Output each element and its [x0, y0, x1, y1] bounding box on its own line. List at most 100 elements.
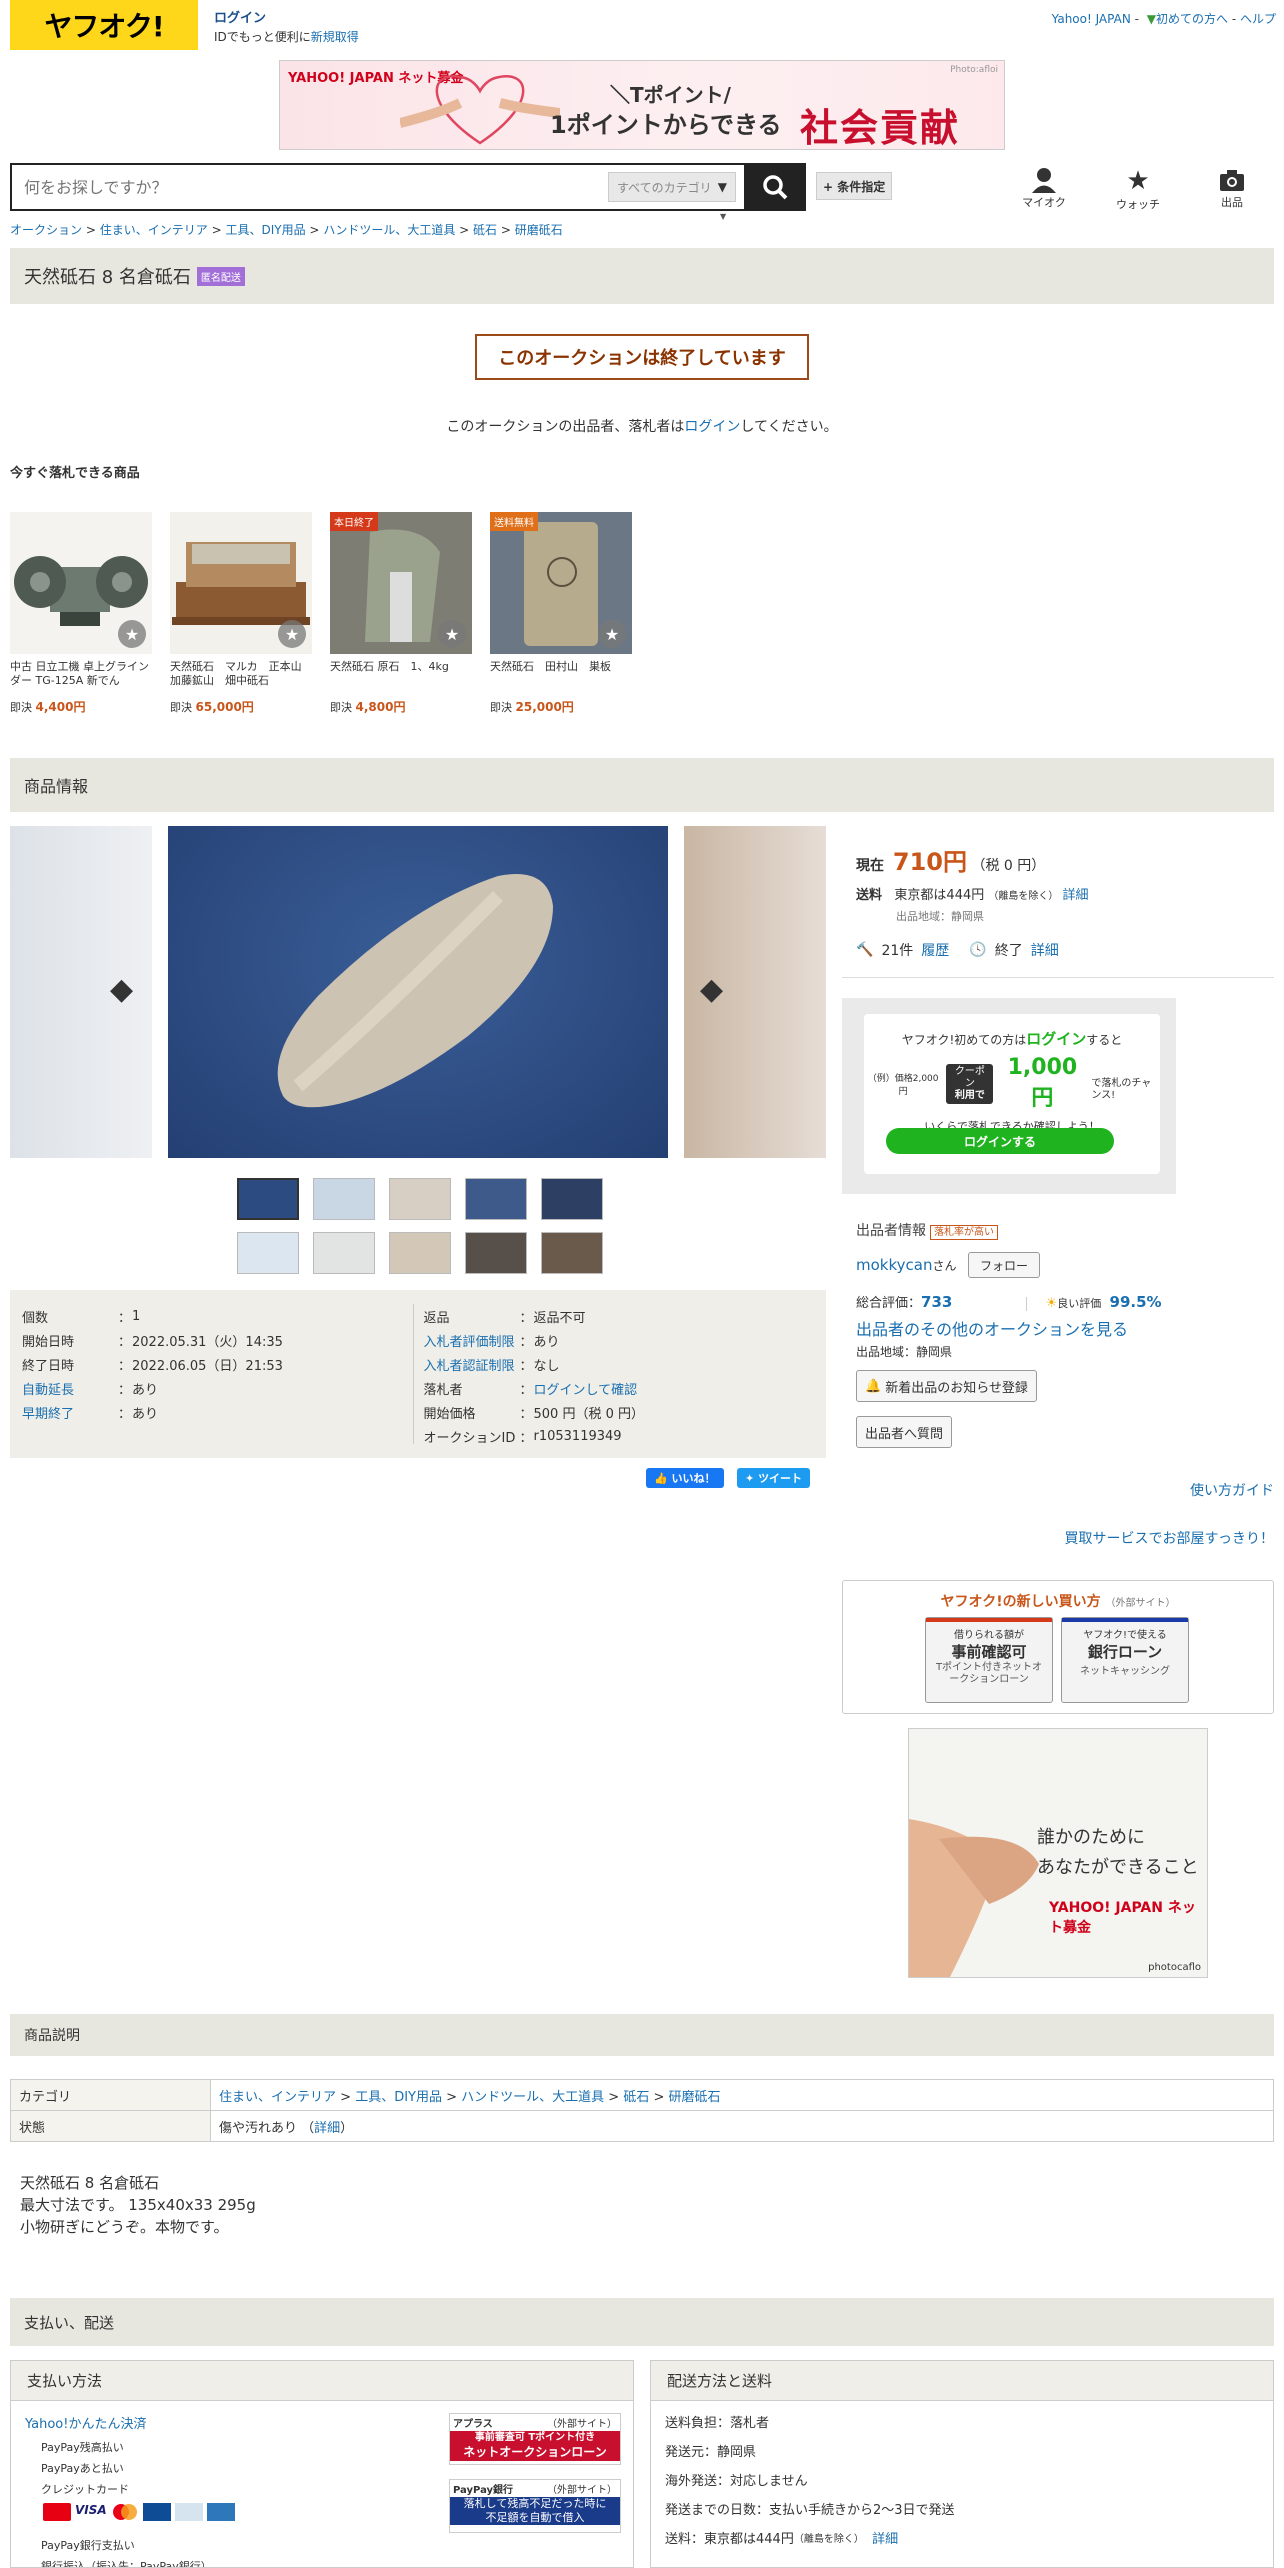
banner-line1: ＼Tポイント/ — [610, 83, 731, 107]
heart-hands-image — [400, 75, 560, 145]
tweet-button[interactable]: ✦ ツイート — [737, 1468, 811, 1488]
help-link[interactable]: ヘルプ — [1240, 12, 1276, 26]
auto-extend-link[interactable]: 自動延長 — [22, 1379, 118, 1398]
details-left: 個数： 1 開始日時： 2022.05.31（火）14:35 終了日時： 2022.0… — [22, 1304, 413, 1444]
easy-payment-link[interactable]: Yahoo!かんたん決済 — [25, 2413, 146, 2432]
facebook-like-button[interactable]: 👍 いいね！ — [646, 1468, 724, 1488]
thumbnail[interactable] — [313, 1232, 375, 1274]
detail-row: 早期終了：あり — [22, 1400, 413, 1424]
total-rating-link[interactable]: 733 — [921, 1293, 952, 1311]
nav-sell[interactable]: 出品 — [1202, 166, 1262, 210]
recommend-item[interactable]: 送料無料 ★ 天然砥石 田村山 巣板 即決 25,000円 — [490, 512, 632, 715]
category-table: カテゴリ 住まい、インテリア > 工具、DIY用品 > ハンドツール、大工道具 … — [10, 2079, 1274, 2142]
mastercard-icon — [111, 2503, 139, 2521]
new-listing-notify-button[interactable]: 🔔 新着出品のお知らせ登録 — [856, 1370, 1037, 1402]
free-shipping-tag: 送料無料 — [490, 512, 538, 531]
promo-login-button[interactable]: ログインする — [886, 1128, 1114, 1154]
seller-region: 出品地域：静岡県 — [856, 1345, 953, 1359]
item-image: ★ — [170, 512, 312, 654]
login-link[interactable]: ログイン — [214, 10, 359, 28]
nav-myauc[interactable]: マイオク — [1014, 166, 1074, 210]
thumbnail[interactable] — [465, 1178, 527, 1220]
thumbnail[interactable] — [313, 1178, 375, 1220]
thumbnail[interactable] — [465, 1232, 527, 1274]
watch-star-icon[interactable]: ★ — [438, 620, 466, 648]
search-bar: すべてのカテゴリ ▼ — [10, 163, 806, 211]
detail-row: 個数： 1 — [22, 1308, 141, 1326]
recommend-item[interactable]: ★ 天然砥石 マルカ 正本山 加藤鉱山 畑中砥石 即決 65,000円 — [170, 512, 312, 715]
amex-icon — [207, 2503, 235, 2521]
next-arrow-icon[interactable]: ◆ — [700, 972, 723, 1007]
thumbnail[interactable] — [237, 1178, 299, 1220]
category-link[interactable]: ハンドツール、大工道具 — [461, 2090, 604, 2105]
thumbnail[interactable] — [541, 1232, 603, 1274]
recommend-item[interactable]: ★ 中古 日立工機 卓上グラインダー TG-125A 新でん 即決 4,400円 — [10, 512, 152, 715]
conditions-button[interactable]: + 条件指定 — [816, 172, 893, 200]
winner-login-link[interactable]: ログインして確認 — [534, 1379, 638, 1398]
recommend-item[interactable]: 本日終了 ★ 天然砥石 原石 1、4kg 即決 4,800円 — [330, 512, 472, 715]
search-input[interactable] — [12, 165, 608, 209]
category-link[interactable]: 工具、DIY用品 — [355, 2090, 442, 2105]
breadcrumb: オークション > 住まい、インテリア > 工具、DIY用品 > ハンドツール、大… — [10, 223, 563, 237]
thumbs-up-icon: 👍 — [654, 1471, 668, 1485]
watch-star-icon[interactable]: ★ — [278, 620, 306, 648]
seller-name-link[interactable]: mokkycan — [856, 1256, 932, 1274]
follow-button[interactable]: フォロー — [968, 1252, 1040, 1278]
donation-ad[interactable]: 誰かのために あなたができること YAHOO! JAPAN ネット募金 photo… — [908, 1728, 1208, 1978]
bid-history-link[interactable]: 履歴 — [921, 940, 949, 960]
category-select[interactable]: すべてのカテゴリ ▼ — [608, 172, 736, 202]
watch-star-icon[interactable]: ★ — [118, 620, 146, 648]
breadcrumb-item[interactable]: 砥石 — [473, 223, 497, 237]
usage-guide-link[interactable]: 使い方ガイド — [1190, 1480, 1274, 1500]
yahoo-japan-link[interactable]: Yahoo! JAPAN — [1052, 12, 1131, 26]
donation-banner[interactable]: YAHOO! JAPAN ネット募金 ＼Tポイント/ 1ポイントからできる 社会… — [279, 60, 1005, 150]
seller-other-auctions-link[interactable]: 出品者のその他のオークションを見る — [856, 1316, 1128, 1340]
thumbnail[interactable] — [389, 1232, 451, 1274]
image-gallery: ◆ ◆ — [10, 826, 826, 1158]
bidder-rating-limit-link[interactable]: 入札者評価制限 — [424, 1331, 520, 1350]
register-link[interactable]: 新規取得 — [311, 30, 359, 44]
end-detail-link[interactable]: 詳細 — [1031, 940, 1059, 960]
early-end-link[interactable]: 早期終了 — [22, 1403, 118, 1422]
main-image[interactable] — [168, 826, 668, 1158]
breadcrumb-item[interactable]: ハンドツール、大工道具 — [323, 223, 455, 237]
nav-watch[interactable]: ★ ウォッチ — [1108, 166, 1168, 212]
category-link[interactable]: 研磨砥石 — [669, 2090, 721, 2105]
promo-card: ヤフオク!初めての方はログインすると （例）価格2,000円 クーポン 利用で 1… — [864, 1014, 1160, 1174]
first-time-link[interactable]: 初めての方へ — [1156, 12, 1228, 26]
thumbnail[interactable] — [541, 1178, 603, 1220]
bank-payment: PayPay銀行支払い 銀行振込（振込先：PayPay銀行） — [41, 2539, 212, 2568]
ended-note-login-link[interactable]: ログイン — [684, 419, 740, 435]
breadcrumb-item[interactable]: 工具、DIY用品 — [225, 223, 305, 237]
bank-loan-card[interactable]: ヤフオク!で使える 銀行ローン ネットキャッシング — [1061, 1617, 1189, 1703]
shipping-fee-detail-link[interactable]: 詳細 — [872, 2528, 898, 2547]
aplus-loan-ad[interactable]: アプラス （外部サイト） 事前審査可 Tポイント付き ネットオークションローン — [449, 2413, 621, 2465]
paypay-bank-ad[interactable]: PayPay銀行 （外部サイト） 落札して残高不足だった時に 不足額を自動で借入 — [449, 2479, 621, 2533]
ask-seller-button[interactable]: 出品者へ質問 — [856, 1416, 953, 1448]
breadcrumb-item[interactable]: オークション — [10, 223, 82, 237]
item-name: 天然砥石 原石 1、4kg — [330, 660, 449, 673]
category-link[interactable]: 住まい、インテリア — [219, 2090, 336, 2105]
item-name: 中古 日立工機 卓上グラインダー TG-125A 新でん — [10, 660, 149, 687]
prev-arrow-icon[interactable]: ◆ — [110, 972, 133, 1007]
buyback-service-link[interactable]: 買取サービスでお部屋すっきり！ — [1065, 1528, 1274, 1548]
loan-card[interactable]: 借りられる額が 事前確認可 Tポイント付きネットオークションローン — [925, 1617, 1053, 1703]
shipping-detail-link[interactable]: 詳細 — [1063, 888, 1089, 903]
search-button[interactable] — [744, 163, 806, 211]
condition-row: 状態 傷や汚れあり （詳細） — [10, 2110, 1274, 2142]
category-link[interactable]: 砥石 — [623, 2090, 649, 2105]
watch-star-icon[interactable]: ★ — [598, 620, 626, 648]
thumbnail[interactable] — [237, 1232, 299, 1274]
item-name: 天然砥石 マルカ 正本山 加藤鉱山 畑中砥石 — [170, 660, 312, 687]
thumbnail[interactable] — [389, 1178, 451, 1220]
current-price: 現在 710円 （税 0 円） — [856, 848, 1046, 876]
seller-rating: 総合評価：733 ☀良い評価 99.5% — [856, 1293, 1162, 1311]
condition-detail-link[interactable]: 詳細 — [314, 2121, 340, 2136]
login-sub: IDでもっと便利に — [214, 30, 311, 44]
small-chevron-icon: ▼ — [720, 212, 727, 221]
breadcrumb-item[interactable]: 研磨砥石 — [515, 223, 563, 237]
yahuoku-logo[interactable]: ヤフオク! — [10, 0, 198, 50]
breadcrumb-item[interactable]: 住まい、インテリア — [100, 223, 208, 237]
banner-line3: 社会貢献 — [800, 106, 961, 150]
bidder-auth-limit-link[interactable]: 入札者認証制限 — [424, 1355, 520, 1374]
